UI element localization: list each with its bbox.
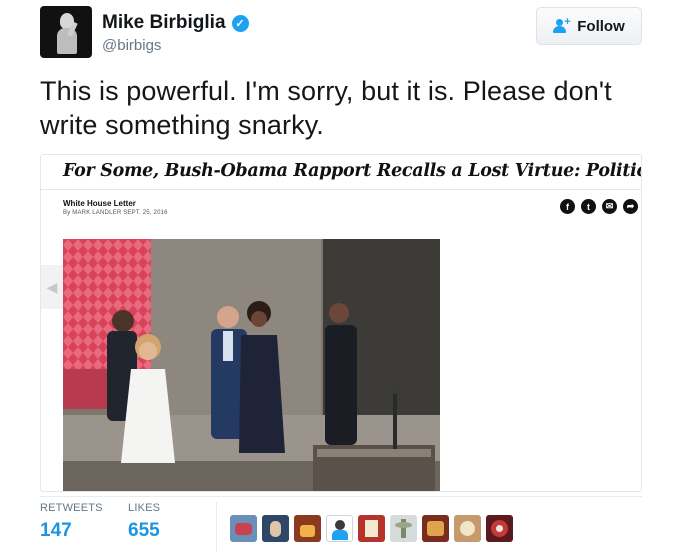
follow-button[interactable]: + Follow xyxy=(536,7,642,45)
facebook-icon[interactable]: f xyxy=(560,199,575,214)
liker-avatar[interactable] xyxy=(422,515,449,542)
email-icon[interactable]: ✉ xyxy=(602,199,617,214)
twitter-icon[interactable]: t xyxy=(581,199,596,214)
display-name-row[interactable]: Mike Birbiglia ✓ xyxy=(102,12,249,34)
add-user-icon: + xyxy=(553,16,571,33)
stats-divider xyxy=(216,502,217,552)
liker-avatar[interactable] xyxy=(358,515,385,542)
likes-stat[interactable]: LIKES 655 xyxy=(128,502,160,542)
liker-avatar[interactable] xyxy=(294,515,321,542)
liker-avatar[interactable] xyxy=(454,515,481,542)
tweet-media-card[interactable]: For Some, Bush-Obama Rapport Recalls a L… xyxy=(40,154,642,492)
engagement-stats: RETWEETS 147 LIKES 655 xyxy=(40,502,216,552)
previous-arrow-icon[interactable]: ◀ xyxy=(41,265,63,309)
liker-avatar[interactable] xyxy=(326,515,353,542)
photo-illustration xyxy=(63,239,440,491)
liker-avatar[interactable] xyxy=(390,515,417,542)
display-name[interactable]: Mike Birbiglia xyxy=(102,12,226,34)
article-byline: By MARK LANDLER SEPT. 25, 2016 xyxy=(63,210,168,216)
article-headline: For Some, Bush-Obama Rapport Recalls a L… xyxy=(63,161,641,181)
follow-label: Follow xyxy=(577,17,625,35)
liker-avatar[interactable] xyxy=(486,515,513,542)
tweet-text: This is powerful. I'm sorry, but it is. … xyxy=(40,76,612,140)
article-section: White House Letter xyxy=(63,199,136,208)
retweets-label: RETWEETS xyxy=(40,502,103,514)
verified-badge-icon: ✓ xyxy=(231,14,249,32)
stats-top-divider xyxy=(40,496,642,497)
article-photo xyxy=(63,239,440,491)
headline-divider xyxy=(41,189,641,190)
avatar[interactable] xyxy=(40,6,92,58)
retweets-count[interactable]: 147 xyxy=(40,520,103,542)
likes-label: LIKES xyxy=(128,502,161,514)
liker-avatars xyxy=(230,515,513,542)
retweets-stat[interactable]: RETWEETS 147 xyxy=(40,502,103,542)
liker-avatar[interactable] xyxy=(230,515,257,542)
liker-avatar[interactable] xyxy=(262,515,289,542)
share-icon[interactable]: ➦ xyxy=(623,199,638,214)
likes-count[interactable]: 655 xyxy=(128,520,160,542)
user-handle[interactable]: @birbigs xyxy=(102,37,161,54)
share-icons: f t ✉ ➦ xyxy=(560,199,638,214)
tweet-header: Mike Birbiglia ✓ @birbigs + Follow xyxy=(40,6,642,60)
